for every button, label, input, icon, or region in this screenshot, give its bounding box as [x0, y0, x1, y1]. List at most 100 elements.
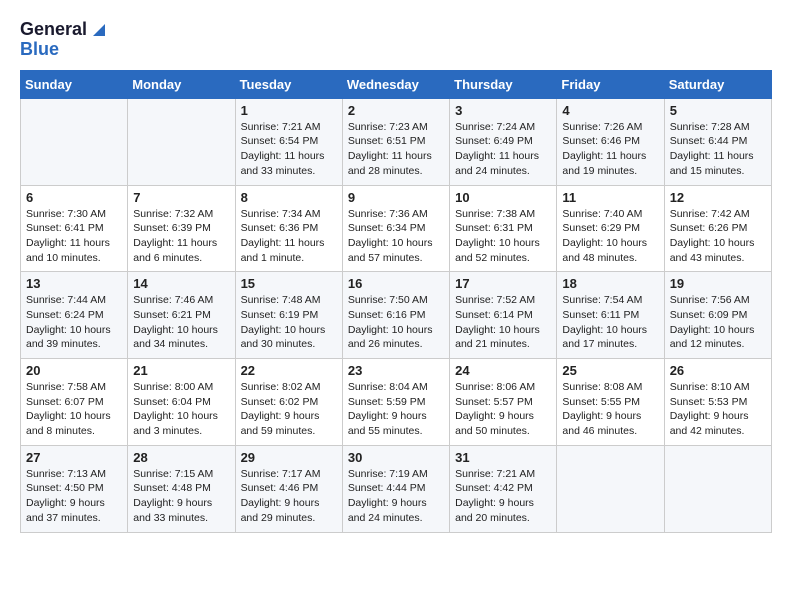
calendar-cell: 17 Sunrise: 7:52 AM Sunset: 6:14 PM Dayli… — [450, 272, 557, 359]
day-info: Sunrise: 7:21 AM Sunset: 4:42 PM Dayligh… — [455, 467, 551, 526]
day-info: Sunrise: 7:56 AM Sunset: 6:09 PM Dayligh… — [670, 293, 766, 352]
day-info: Sunrise: 8:04 AM Sunset: 5:59 PM Dayligh… — [348, 380, 444, 439]
calendar-cell: 15 Sunrise: 7:48 AM Sunset: 6:19 PM Dayli… — [235, 272, 342, 359]
day-number: 28 — [133, 450, 229, 465]
day-info: Sunrise: 7:13 AM Sunset: 4:50 PM Dayligh… — [26, 467, 122, 526]
logo-text: General Blue — [20, 20, 109, 60]
day-info: Sunrise: 7:48 AM Sunset: 6:19 PM Dayligh… — [241, 293, 337, 352]
day-info: Sunrise: 7:50 AM Sunset: 6:16 PM Dayligh… — [348, 293, 444, 352]
day-number: 8 — [241, 190, 337, 205]
day-info: Sunrise: 7:24 AM Sunset: 6:49 PM Dayligh… — [455, 120, 551, 179]
calendar-cell: 6 Sunrise: 7:30 AM Sunset: 6:41 PM Daylig… — [21, 185, 128, 272]
day-number: 10 — [455, 190, 551, 205]
page-header: General Blue — [20, 20, 772, 60]
day-number: 6 — [26, 190, 122, 205]
calendar-cell: 5 Sunrise: 7:28 AM Sunset: 6:44 PM Daylig… — [664, 98, 771, 185]
day-number: 24 — [455, 363, 551, 378]
calendar-cell — [664, 445, 771, 532]
calendar-cell: 22Sunrise: 8:02 AM Sunset: 6:02 PM Dayli… — [235, 359, 342, 446]
day-info: Sunrise: 7:32 AM Sunset: 6:39 PM Dayligh… — [133, 207, 229, 266]
calendar-body: 1 Sunrise: 7:21 AM Sunset: 6:54 PM Daylig… — [21, 98, 772, 532]
calendar-cell: 10Sunrise: 7:38 AM Sunset: 6:31 PM Dayli… — [450, 185, 557, 272]
weekday-header-row: SundayMondayTuesdayWednesdayThursdayFrid… — [21, 70, 772, 98]
day-number: 14 — [133, 276, 229, 291]
day-number: 2 — [348, 103, 444, 118]
calendar-cell: 30 Sunrise: 7:19 AM Sunset: 4:44 PM Dayli… — [342, 445, 449, 532]
calendar-table: SundayMondayTuesdayWednesdayThursdayFrid… — [20, 70, 772, 533]
day-info: Sunrise: 7:21 AM Sunset: 6:54 PM Dayligh… — [241, 120, 337, 179]
day-number: 21 — [133, 363, 229, 378]
day-info: Sunrise: 8:06 AM Sunset: 5:57 PM Dayligh… — [455, 380, 551, 439]
calendar-cell — [128, 98, 235, 185]
day-number: 23 — [348, 363, 444, 378]
day-info: Sunrise: 7:54 AM Sunset: 6:11 PM Dayligh… — [562, 293, 658, 352]
day-number: 30 — [348, 450, 444, 465]
calendar-cell: 16Sunrise: 7:50 AM Sunset: 6:16 PM Dayli… — [342, 272, 449, 359]
day-number: 29 — [241, 450, 337, 465]
calendar-cell: 14 Sunrise: 7:46 AM Sunset: 6:21 PM Dayli… — [128, 272, 235, 359]
day-number: 20 — [26, 363, 122, 378]
calendar-cell: 21 Sunrise: 8:00 AM Sunset: 6:04 PM Dayli… — [128, 359, 235, 446]
day-info: Sunrise: 7:30 AM Sunset: 6:41 PM Dayligh… — [26, 207, 122, 266]
weekday-friday: Friday — [557, 70, 664, 98]
calendar-cell: 7 Sunrise: 7:32 AM Sunset: 6:39 PM Daylig… — [128, 185, 235, 272]
calendar-cell: 23 Sunrise: 8:04 AM Sunset: 5:59 PM Dayli… — [342, 359, 449, 446]
day-number: 22 — [241, 363, 337, 378]
calendar-cell: 27Sunrise: 7:13 AM Sunset: 4:50 PM Dayli… — [21, 445, 128, 532]
day-number: 15 — [241, 276, 337, 291]
logo-blue: Blue — [20, 40, 109, 60]
day-info: Sunrise: 7:19 AM Sunset: 4:44 PM Dayligh… — [348, 467, 444, 526]
day-info: Sunrise: 7:40 AM Sunset: 6:29 PM Dayligh… — [562, 207, 658, 266]
day-number: 3 — [455, 103, 551, 118]
week-row-4: 20 Sunrise: 7:58 AM Sunset: 6:07 PM Dayli… — [21, 359, 772, 446]
day-info: Sunrise: 8:00 AM Sunset: 6:04 PM Dayligh… — [133, 380, 229, 439]
day-number: 13 — [26, 276, 122, 291]
week-row-2: 6 Sunrise: 7:30 AM Sunset: 6:41 PM Daylig… — [21, 185, 772, 272]
day-number: 12 — [670, 190, 766, 205]
week-row-3: 13 Sunrise: 7:44 AM Sunset: 6:24 PM Dayli… — [21, 272, 772, 359]
day-number: 31 — [455, 450, 551, 465]
day-number: 26 — [670, 363, 766, 378]
day-info: Sunrise: 7:23 AM Sunset: 6:51 PM Dayligh… — [348, 120, 444, 179]
day-info: Sunrise: 7:52 AM Sunset: 6:14 PM Dayligh… — [455, 293, 551, 352]
calendar-cell: 13 Sunrise: 7:44 AM Sunset: 6:24 PM Dayli… — [21, 272, 128, 359]
day-number: 4 — [562, 103, 658, 118]
calendar-cell — [21, 98, 128, 185]
day-info: Sunrise: 7:36 AM Sunset: 6:34 PM Dayligh… — [348, 207, 444, 266]
calendar-cell: 28Sunrise: 7:15 AM Sunset: 4:48 PM Dayli… — [128, 445, 235, 532]
day-info: Sunrise: 7:26 AM Sunset: 6:46 PM Dayligh… — [562, 120, 658, 179]
calendar-cell: 31 Sunrise: 7:21 AM Sunset: 4:42 PM Dayli… — [450, 445, 557, 532]
day-number: 1 — [241, 103, 337, 118]
week-row-5: 27Sunrise: 7:13 AM Sunset: 4:50 PM Dayli… — [21, 445, 772, 532]
weekday-saturday: Saturday — [664, 70, 771, 98]
logo-triangle-icon — [89, 20, 109, 40]
calendar-cell: 2 Sunrise: 7:23 AM Sunset: 6:51 PM Daylig… — [342, 98, 449, 185]
week-row-1: 1 Sunrise: 7:21 AM Sunset: 6:54 PM Daylig… — [21, 98, 772, 185]
day-number: 5 — [670, 103, 766, 118]
calendar-cell: 18Sunrise: 7:54 AM Sunset: 6:11 PM Dayli… — [557, 272, 664, 359]
day-info: Sunrise: 8:08 AM Sunset: 5:55 PM Dayligh… — [562, 380, 658, 439]
weekday-tuesday: Tuesday — [235, 70, 342, 98]
day-number: 17 — [455, 276, 551, 291]
day-info: Sunrise: 8:10 AM Sunset: 5:53 PM Dayligh… — [670, 380, 766, 439]
day-info: Sunrise: 7:44 AM Sunset: 6:24 PM Dayligh… — [26, 293, 122, 352]
day-info: Sunrise: 7:42 AM Sunset: 6:26 PM Dayligh… — [670, 207, 766, 266]
weekday-monday: Monday — [128, 70, 235, 98]
day-number: 25 — [562, 363, 658, 378]
calendar-cell: 26 Sunrise: 8:10 AM Sunset: 5:53 PM Dayli… — [664, 359, 771, 446]
day-number: 19 — [670, 276, 766, 291]
weekday-thursday: Thursday — [450, 70, 557, 98]
day-info: Sunrise: 7:46 AM Sunset: 6:21 PM Dayligh… — [133, 293, 229, 352]
calendar-cell: 29 Sunrise: 7:17 AM Sunset: 4:46 PM Dayli… — [235, 445, 342, 532]
calendar-cell: 3 Sunrise: 7:24 AM Sunset: 6:49 PM Daylig… — [450, 98, 557, 185]
day-info: Sunrise: 7:58 AM Sunset: 6:07 PM Dayligh… — [26, 380, 122, 439]
day-number: 7 — [133, 190, 229, 205]
calendar-cell: 9Sunrise: 7:36 AM Sunset: 6:34 PM Daylig… — [342, 185, 449, 272]
calendar-cell: 20 Sunrise: 7:58 AM Sunset: 6:07 PM Dayli… — [21, 359, 128, 446]
calendar-cell: 24 Sunrise: 8:06 AM Sunset: 5:57 PM Dayli… — [450, 359, 557, 446]
calendar-cell: 12 Sunrise: 7:42 AM Sunset: 6:26 PM Dayli… — [664, 185, 771, 272]
calendar-cell: 8Sunrise: 7:34 AM Sunset: 6:36 PM Daylig… — [235, 185, 342, 272]
day-info: Sunrise: 7:28 AM Sunset: 6:44 PM Dayligh… — [670, 120, 766, 179]
calendar-cell: 11Sunrise: 7:40 AM Sunset: 6:29 PM Dayli… — [557, 185, 664, 272]
day-info: Sunrise: 7:17 AM Sunset: 4:46 PM Dayligh… — [241, 467, 337, 526]
